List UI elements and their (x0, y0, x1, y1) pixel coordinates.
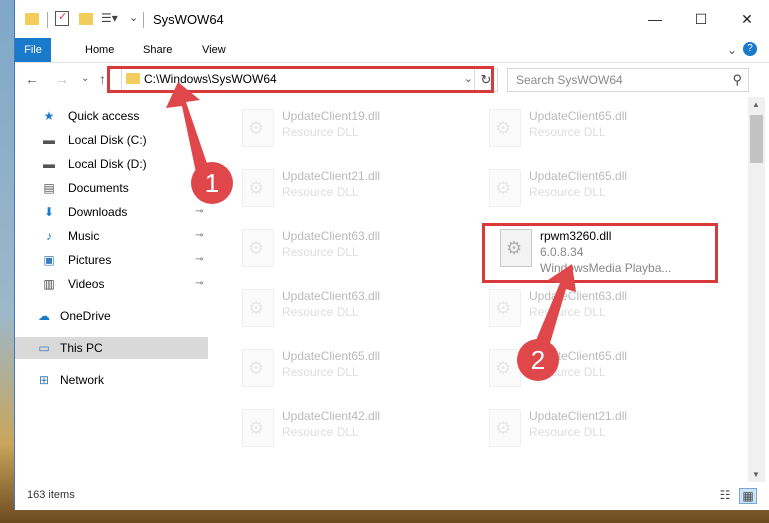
arrow-2 (534, 264, 576, 350)
step-badge-1: 1 (191, 162, 233, 204)
annotation-arrows (166, 82, 576, 350)
step-badge-2: 2 (517, 339, 559, 381)
